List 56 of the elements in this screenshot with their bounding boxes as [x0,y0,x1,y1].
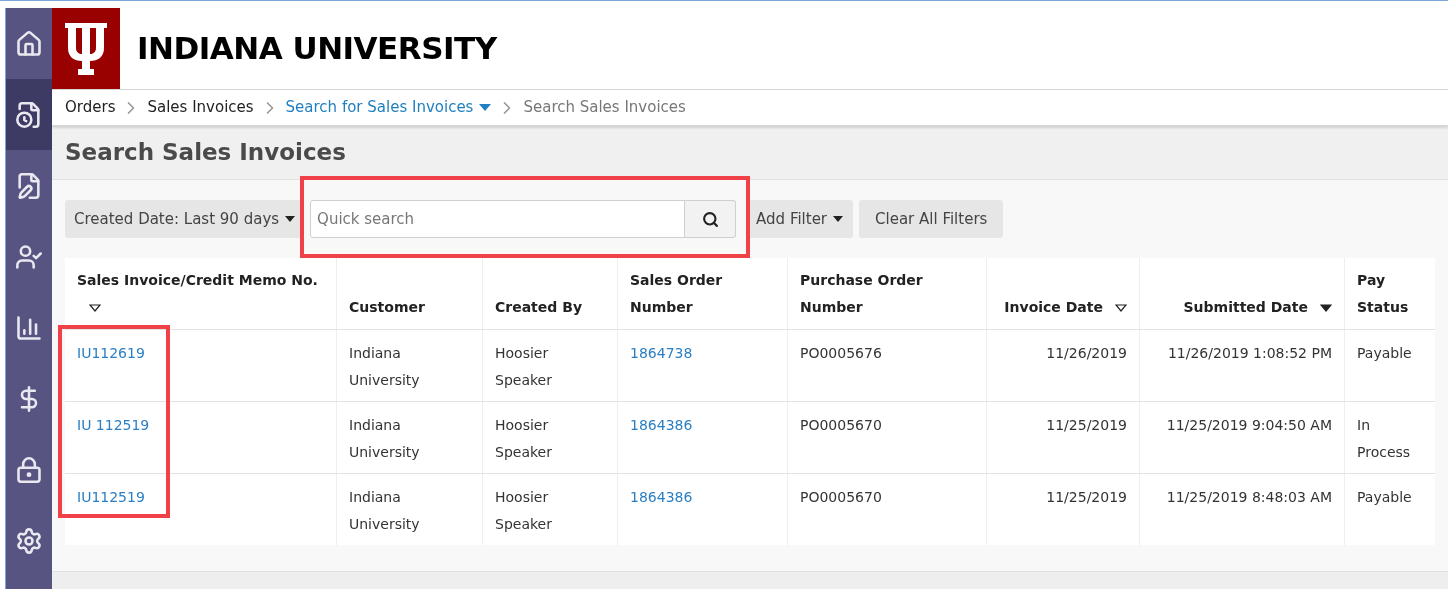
settings-icon [15,526,43,555]
column-header[interactable]: Sales Invoice/Credit Memo No. [77,267,324,322]
caret-icon [285,216,296,223]
document-pen-icon [15,171,43,200]
breadcrumb-menu[interactable]: Search for Sales Invoices [285,96,492,119]
table-cell-text: Payable [1357,344,1412,364]
table-cell-text: Indiana University [349,488,421,535]
table-cell-text: Indiana University [349,416,421,463]
sort-down-icon [1320,304,1332,313]
page-title: Search Sales Invoices [65,138,346,168]
caret-icon [479,104,492,111]
table-cell-text: 11/25/2019 [1046,488,1127,508]
breadcrumb-current: Search Sales Invoices [523,97,686,119]
search-icon [701,210,719,228]
table-cell-text: PO0005676 [800,344,882,364]
person-check-icon [15,242,43,271]
column-header: Purchase Order Number [800,271,924,318]
column-header: Customer [349,298,425,318]
bar-chart-icon [15,313,43,342]
table-cell-text: Hoosier Speaker [495,344,553,391]
table-cell-text: 11/25/2019 [1046,416,1127,436]
table-link[interactable]: 1864386 [630,484,693,512]
sort-outline-icon [1115,304,1127,313]
column-header: Sales Order Number [630,271,724,318]
clear-filters-button[interactable]: Clear All Filters [859,200,1004,239]
university-name: INDIANA UNIVERSITY [137,29,497,69]
column-header: Created By [495,298,582,318]
breadcrumb-link[interactable]: Orders [65,96,116,119]
column-header[interactable]: Submitted Date [1183,294,1332,322]
table-cell-text: PO0005670 [800,488,882,508]
quick-search-field[interactable]: Quick search [310,200,686,239]
sort-outline-icon [89,304,101,313]
document-clock-icon [15,100,43,129]
column-header: Pay Status [1357,271,1410,318]
table-cell-text: 11/26/2019 1:08:52 PM [1167,344,1332,364]
table-cell-text: Indiana University [349,344,421,391]
table-cell-text: PO0005670 [800,416,882,436]
table-cell-text: 11/25/2019 8:48:03 AM [1166,488,1332,508]
table-cell-text: Payable [1357,488,1412,508]
table-cell-text: In Process [1357,416,1412,463]
sidebar-item[interactable] [6,79,52,150]
table-link[interactable]: IU112619 [77,340,145,368]
lock-icon [15,455,43,484]
table-cell-text: Hoosier Speaker [495,488,553,535]
search-button[interactable] [685,200,737,239]
table-cell-text: Hoosier Speaker [495,416,553,463]
table-link[interactable]: 1864386 [630,412,693,440]
table-cell-text: 11/25/2019 9:04:50 AM [1166,416,1332,436]
home-icon [15,29,43,58]
column-header[interactable]: Invoice Date [1004,294,1127,322]
caret-icon [833,216,844,223]
table-cell-text: 11/26/2019 [1046,344,1127,364]
table-link[interactable]: IU 112519 [77,412,150,440]
breadcrumb-link[interactable]: Sales Invoices [147,96,254,119]
table-link[interactable]: 1864738 [630,340,693,368]
table-link[interactable]: IU112519 [77,484,145,512]
